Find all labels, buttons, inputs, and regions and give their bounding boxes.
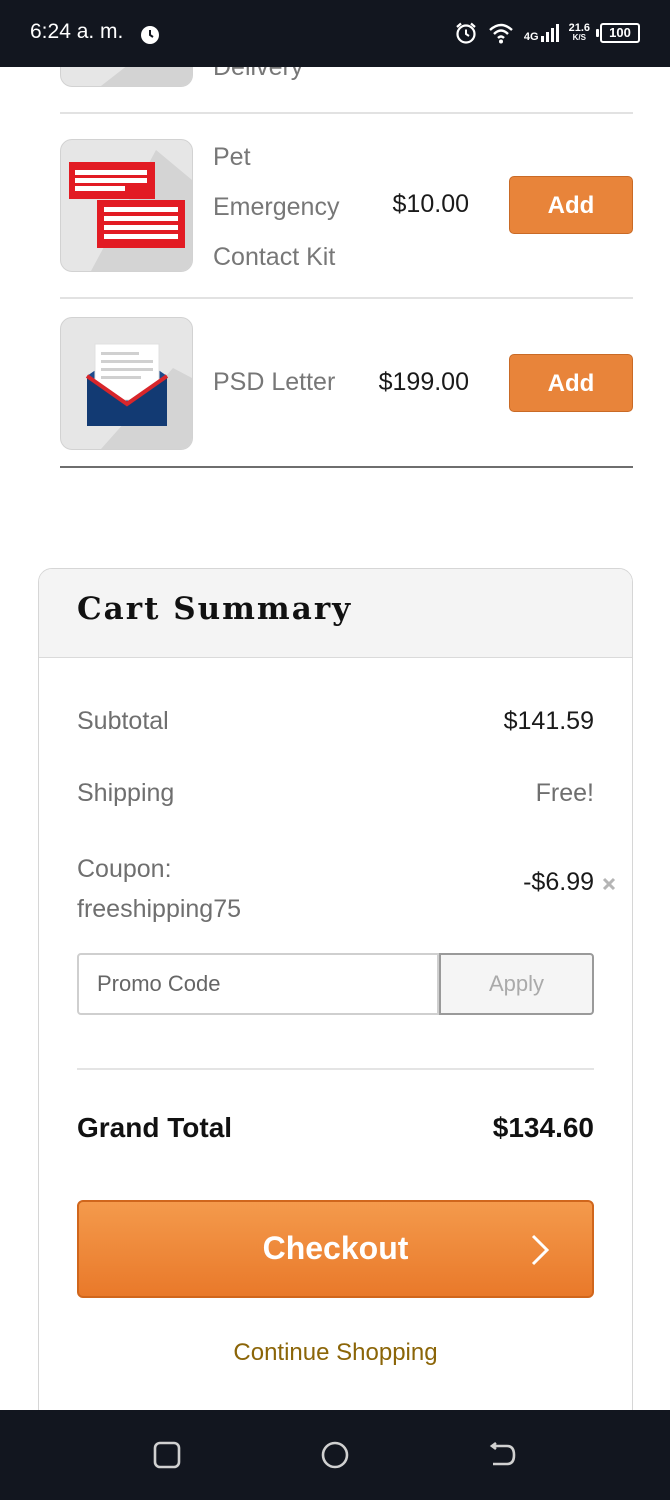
shipping-value: Free! <box>535 779 594 807</box>
product-name: Delivery <box>213 67 304 81</box>
coupon-label: Coupon: freeshipping75 <box>77 855 242 923</box>
grand-total-value: $134.60 <box>492 1112 594 1143</box>
shipping-label: Shipping <box>77 779 175 807</box>
checkout-label: Checkout <box>262 1230 409 1266</box>
status-time: 6:24 a. m. <box>30 20 124 43</box>
product-price: $199.00 <box>378 368 469 396</box>
cart-summary: Cart Summary Subtotal $141.59 Shipping F… <box>38 568 633 1410</box>
add-button[interactable]: Add <box>509 176 633 234</box>
product-row-pet-kit: Pet Emergency Contact Kit $10.00 Add <box>60 139 633 273</box>
home-icon[interactable] <box>320 1440 350 1470</box>
delivery-icon <box>60 67 193 87</box>
subtotal-label: Subtotal <box>77 707 169 735</box>
divider <box>60 297 633 299</box>
battery-icon: 100 <box>596 23 640 43</box>
page-content: Delivery Pet Emergency Contact Kit $10.0… <box>0 67 670 1410</box>
signal-icon <box>540 24 559 42</box>
divider <box>60 112 633 114</box>
cart-summary-title: Cart Summary <box>77 591 353 627</box>
product-name: Pet Emergency Contact Kit <box>213 143 340 271</box>
network-speed: 21.6 K/S <box>568 22 590 43</box>
envelope-letter-icon <box>60 317 193 450</box>
cart-summary-header: Cart Summary <box>39 569 632 658</box>
add-button[interactable]: Add <box>509 354 633 412</box>
recent-apps-icon[interactable] <box>152 1440 182 1470</box>
apply-button[interactable]: Apply <box>439 953 594 1015</box>
product-name: PSD Letter <box>213 368 336 396</box>
back-icon[interactable] <box>487 1440 517 1470</box>
alarm-clock-icon <box>456 22 476 44</box>
subtotal-value: $141.59 <box>503 707 594 735</box>
product-price: $10.00 <box>392 190 469 218</box>
network-type: 4G <box>523 31 539 43</box>
summary-divider <box>77 1068 594 1070</box>
grand-total-label: Grand Total <box>77 1112 233 1143</box>
chevron-right-icon <box>531 1234 550 1266</box>
contact-cards-icon <box>60 139 193 272</box>
continue-shopping-link[interactable]: Continue Shopping <box>39 1339 632 1367</box>
product-row-psd-letter: PSD Letter $199.00 Add <box>60 317 633 451</box>
wifi-icon <box>489 23 513 44</box>
product-row-delivery: Delivery <box>60 67 633 87</box>
status-bar: 6:24 a. m. 4G 21.6 K/S 100 <box>0 0 670 67</box>
checkout-button[interactable]: Checkout <box>77 1200 594 1298</box>
alarm-icon <box>141 26 159 44</box>
system-navigation-bar <box>0 1410 670 1500</box>
list-bottom-divider <box>60 466 633 468</box>
promo-code-input[interactable] <box>77 953 439 1015</box>
status-indicators: 4G 21.6 K/S 100 <box>454 18 640 48</box>
coupon-value: -$6.99 <box>523 868 594 896</box>
remove-coupon-icon[interactable] <box>602 877 616 891</box>
